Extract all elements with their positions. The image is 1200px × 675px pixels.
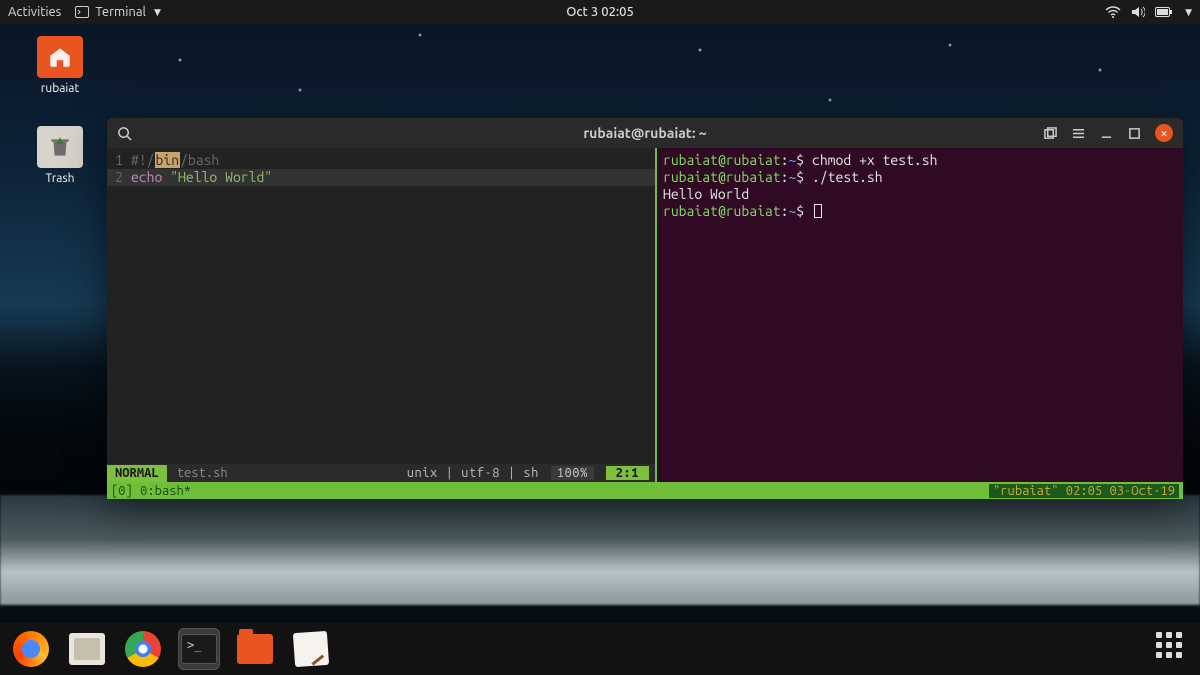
window-titlebar[interactable]: rubaiat@rubaiat: ~ ✕ — [107, 118, 1183, 148]
dock-terminal[interactable] — [178, 628, 220, 670]
clock[interactable]: Oct 3 02:05 — [566, 5, 634, 19]
chrome-icon — [125, 631, 161, 667]
editor-line: 1 #!/bin/bash — [107, 152, 655, 169]
maximize-button[interactable] — [1127, 126, 1141, 140]
shell-prompt-line: rubaiat@rubaiat:~$ ./test.sh — [663, 169, 1177, 186]
dock-text-editor[interactable] — [290, 628, 332, 670]
dock-file-manager[interactable] — [234, 628, 276, 670]
battery-icon — [1155, 6, 1173, 18]
activities-button[interactable]: Activities — [8, 5, 61, 19]
code-string: "Hello World" — [170, 169, 272, 185]
code-text: /bash — [180, 152, 219, 168]
files-icon — [69, 633, 105, 665]
line-number: 2 — [107, 169, 131, 186]
show-applications-button[interactable] — [1156, 632, 1190, 666]
minimize-button[interactable] — [1099, 126, 1113, 140]
text-editor-icon — [293, 631, 329, 667]
dock-files[interactable] — [66, 628, 108, 670]
dock — [0, 623, 1200, 675]
chevron-down-icon: ▼ — [154, 7, 161, 18]
window-title: rubaiat@rubaiat: ~ — [583, 125, 706, 141]
home-folder-icon — [37, 36, 83, 78]
tmux-status-left: [0] 0:bash* — [111, 484, 191, 498]
tmux-status-bar: [0] 0:bash* "rubaiat" 02:05 03-Oct-19 — [107, 482, 1183, 499]
dock-firefox[interactable] — [10, 628, 52, 670]
vim-filename: test.sh — [167, 465, 238, 482]
vim-mode: NORMAL — [107, 465, 167, 482]
chevron-down-icon: ▼ — [1185, 7, 1192, 18]
dock-chrome[interactable] — [122, 628, 164, 670]
editor-line: 2 echo "Hello World" — [107, 169, 655, 186]
desktop-home-folder[interactable]: rubaiat — [24, 36, 96, 95]
status-area[interactable]: ▼ — [1105, 6, 1192, 18]
shell-output-line: Hello World — [663, 186, 1177, 203]
tmux-pane-shell[interactable]: rubaiat@rubaiat:~$ chmod +x test.shrubai… — [655, 148, 1183, 482]
vim-cursor-pos: 2:1 — [606, 466, 649, 480]
terminal-small-icon — [75, 6, 89, 18]
editor-buffer[interactable]: 1 #!/bin/bash 2 echo "Hello World" — [107, 148, 655, 464]
code-text: #!/ — [131, 152, 155, 168]
new-tab-icon[interactable] — [1043, 126, 1057, 140]
vim-statusline: NORMAL test.sh unix | utf-8 | sh 100% 2:… — [107, 464, 655, 482]
folder-icon — [237, 634, 273, 664]
firefox-icon — [13, 631, 49, 667]
close-button[interactable]: ✕ — [1155, 124, 1173, 142]
trash-icon — [37, 126, 83, 168]
app-menu[interactable]: Terminal ▼ — [75, 5, 161, 19]
wifi-icon — [1105, 6, 1121, 18]
terminal-icon — [181, 634, 217, 664]
hamburger-menu-icon[interactable] — [1071, 126, 1085, 140]
desktop-trash-label: Trash — [24, 172, 96, 185]
tmux-status-right: "rubaiat" 02:05 03-Oct-19 — [989, 484, 1179, 498]
code-highlight: bin — [155, 152, 181, 168]
desktop-home-label: rubaiat — [24, 82, 96, 95]
terminal-window: rubaiat@rubaiat: ~ ✕ 1 #!/bin/bash 2 ech — [107, 118, 1183, 499]
cursor — [814, 204, 822, 218]
desktop-trash[interactable]: Trash — [24, 126, 96, 185]
shell-prompt-line: rubaiat@rubaiat:~$ — [663, 203, 1177, 220]
app-menu-label: Terminal — [95, 5, 146, 19]
shell-prompt-line: rubaiat@rubaiat:~$ chmod +x test.sh — [663, 152, 1177, 169]
vim-percent: 100% — [551, 466, 594, 480]
search-icon[interactable] — [117, 126, 132, 141]
line-number: 1 — [107, 152, 131, 169]
vim-fileinfo: unix | utf-8 | sh 100% 2:1 — [407, 465, 655, 482]
gnome-top-bar: Activities Terminal ▼ Oct 3 02:05 ▼ — [0, 0, 1200, 24]
volume-icon — [1131, 6, 1145, 18]
code-keyword: echo — [131, 169, 162, 185]
tmux-pane-editor[interactable]: 1 #!/bin/bash 2 echo "Hello World" NORMA… — [107, 148, 655, 482]
wallpaper-snow-hill — [0, 495, 1200, 605]
